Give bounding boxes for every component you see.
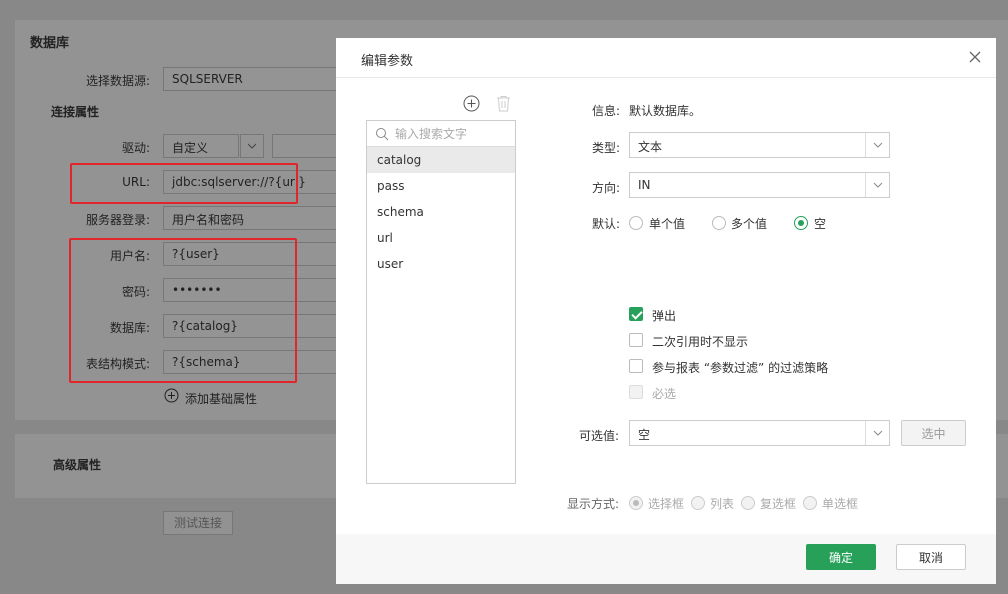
type-select[interactable]: 文本 xyxy=(629,132,890,158)
param-list: catalog pass schema url user xyxy=(366,120,516,484)
radio-multi-value[interactable] xyxy=(712,216,726,230)
list-item-url[interactable]: url xyxy=(367,225,515,251)
checkbox-popup-label: 弹出 xyxy=(652,309,677,323)
radio-display-radio-label: 单选框 xyxy=(822,497,859,511)
close-icon[interactable] xyxy=(966,48,984,66)
search-icon xyxy=(376,128,389,141)
datasource-label: 选择数据源: xyxy=(85,74,150,88)
display-label: 显示方式: xyxy=(567,497,620,511)
radio-single-value[interactable] xyxy=(629,216,643,230)
chevron-down-icon xyxy=(247,143,257,149)
datasource-select[interactable]: SQLSERVER xyxy=(163,67,343,91)
type-dropdown[interactable] xyxy=(865,133,889,157)
checkbox-hide-secondary-label: 二次引用时不显示 xyxy=(652,335,749,349)
advanced-title: 高级属性 xyxy=(53,458,102,472)
trash-icon xyxy=(496,95,511,115)
list-item-schema[interactable]: schema xyxy=(367,199,515,225)
cancel-button[interactable]: 取消 xyxy=(896,544,966,570)
server-login-select[interactable]: 用户名和密码 xyxy=(163,206,343,230)
radio-single-value-label: 单个值 xyxy=(649,217,686,231)
options-dropdown[interactable] xyxy=(865,421,889,445)
list-item-user[interactable]: user xyxy=(367,251,515,277)
server-login-label: 服务器登录: xyxy=(85,213,150,227)
default-label: 默认: xyxy=(592,217,621,231)
dialog-title: 编辑参数 xyxy=(361,54,414,69)
list-item-pass[interactable]: pass xyxy=(367,173,515,199)
ok-button[interactable]: 确定 xyxy=(806,544,876,570)
type-value: 文本 xyxy=(638,140,663,154)
driver-class-input[interactable] xyxy=(272,134,342,158)
add-param-icon[interactable] xyxy=(463,95,480,115)
param-search xyxy=(367,121,515,147)
radio-display-combobox-label: 选择框 xyxy=(648,497,685,511)
info-value: 默认数据库。 xyxy=(629,104,702,118)
options-select[interactable]: 空 xyxy=(629,420,890,446)
chevron-down-icon xyxy=(873,142,883,148)
section-title-database: 数据库 xyxy=(30,36,70,51)
radio-multi-value-label: 多个值 xyxy=(731,217,768,231)
direction-value: IN xyxy=(638,178,651,192)
direction-label: 方向: xyxy=(592,181,621,195)
checkbox-param-filter-label: 参与报表 “参数过滤” 的过滤策略 xyxy=(652,361,829,375)
info-label: 信息: xyxy=(592,104,621,118)
highlight-box-url xyxy=(70,163,298,204)
list-item-catalog[interactable]: catalog xyxy=(367,147,515,173)
dialog-header: 编辑参数 xyxy=(336,38,996,78)
conn-props-title: 连接属性 xyxy=(51,105,100,119)
radio-display-list xyxy=(691,496,705,510)
chevron-down-icon xyxy=(873,182,883,188)
options-value: 空 xyxy=(638,428,651,442)
type-label: 类型: xyxy=(592,141,621,155)
radio-display-list-label: 列表 xyxy=(710,497,735,511)
driver-select[interactable]: 自定义 xyxy=(163,134,239,158)
radio-display-radio xyxy=(803,496,817,510)
driver-label: 驱动: xyxy=(121,141,150,155)
checkbox-required-label: 必选 xyxy=(652,387,677,401)
dialog-footer: 确定 取消 xyxy=(336,534,996,584)
checkbox-hide-secondary[interactable] xyxy=(629,333,643,347)
radio-display-checkbox xyxy=(741,496,755,510)
checkbox-popup[interactable] xyxy=(629,307,643,321)
test-connection-button[interactable]: 测试连接 xyxy=(163,511,233,535)
edit-param-dialog: 编辑参数 catalog pass schema url user 信息: 默认… xyxy=(336,38,996,584)
chevron-down-icon xyxy=(873,430,883,436)
direction-dropdown[interactable] xyxy=(865,173,889,197)
direction-select[interactable]: IN xyxy=(629,172,890,198)
options-label: 可选值: xyxy=(579,429,620,443)
driver-dropdown-arrow[interactable] xyxy=(240,134,264,158)
add-prop-icon[interactable] xyxy=(164,388,179,406)
checkbox-param-filter[interactable] xyxy=(629,359,643,373)
add-prop-label[interactable]: 添加基础属性 xyxy=(185,390,257,407)
checkbox-required xyxy=(629,385,643,399)
param-search-input[interactable] xyxy=(395,125,507,143)
radio-empty-label: 空 xyxy=(814,217,827,231)
radio-display-checkbox-label: 复选框 xyxy=(760,497,797,511)
radio-display-combobox xyxy=(629,496,643,510)
select-button: 选中 xyxy=(901,420,966,446)
highlight-box-credentials xyxy=(69,238,297,383)
radio-empty[interactable] xyxy=(794,216,808,230)
